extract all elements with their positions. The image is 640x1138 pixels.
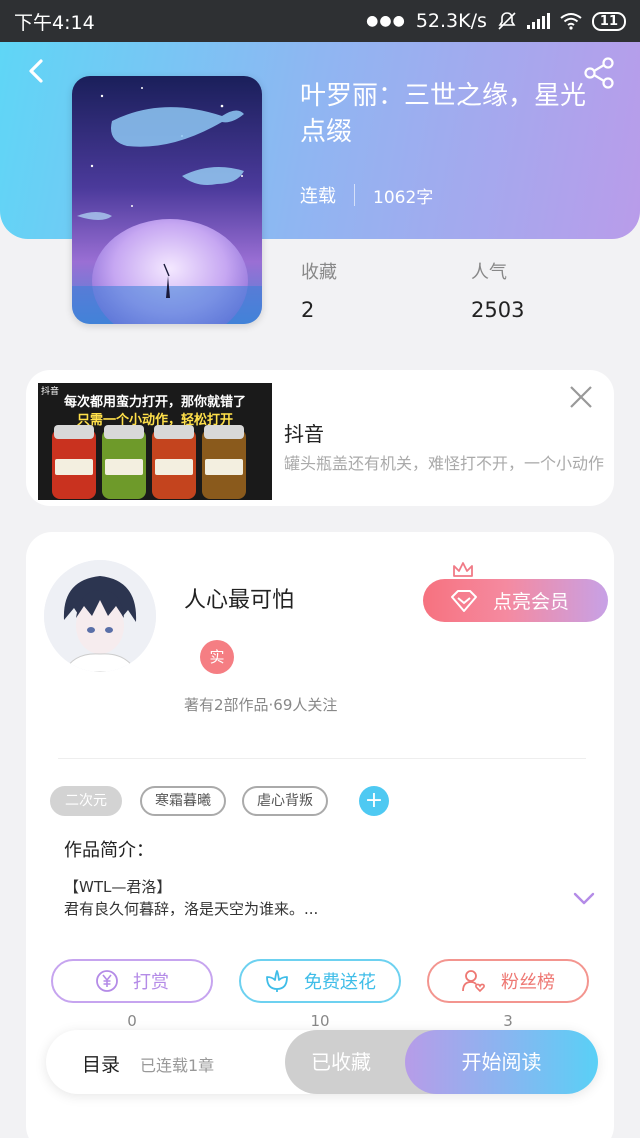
author-avatar[interactable] <box>44 560 156 672</box>
back-arrow-icon[interactable] <box>22 56 52 86</box>
network-speed: 52.3K/s <box>415 10 487 32</box>
diamond-icon <box>451 589 477 612</box>
mute-bell-icon <box>498 12 516 30</box>
status-bar: 下午4:14 ●●● 52.3K/s 11 <box>0 0 640 42</box>
ad-image: 抖音 每次都用蛮力打开，那你就错了 只需一个小动作，轻松打开 <box>38 383 272 500</box>
plus-icon: + <box>364 788 384 813</box>
chapter-count: 已连载1章 <box>140 1056 215 1075</box>
jar-image <box>152 425 196 499</box>
share-icon[interactable] <box>582 56 616 90</box>
ad-card[interactable]: 抖音 每次都用蛮力打开，那你就错了 只需一个小动作，轻松打开 抖音 罐头瓶盖还有… <box>26 370 614 506</box>
stat-value: 2 <box>301 298 315 322</box>
fans-count: 3 <box>503 1012 513 1030</box>
jar-image <box>52 425 96 499</box>
divider <box>354 184 355 206</box>
yen-coin-icon <box>96 970 118 992</box>
divider <box>58 758 586 759</box>
book-cover-image <box>72 76 262 324</box>
send-flower-button[interactable]: 免费送花 <box>239 959 401 1003</box>
status-time: 下午4:14 <box>14 11 95 34</box>
book-status-line: 连载 1062字 <box>300 182 433 208</box>
reward-label: 打赏 <box>133 972 169 993</box>
author-name[interactable]: 人心最可怕 <box>184 582 294 614</box>
bottom-action-bar: 目录 已连载1章 已收藏 开始阅读 <box>46 1030 598 1094</box>
reward-button[interactable]: 打赏 <box>51 959 213 1003</box>
chevron-down-icon[interactable] <box>573 892 595 906</box>
word-count: 1062字 <box>373 187 434 208</box>
intro-label: 作品简介： <box>64 840 154 861</box>
jar-image <box>102 425 146 499</box>
close-icon[interactable] <box>568 384 594 410</box>
crown-icon <box>453 562 473 577</box>
vip-button-label: 点亮会员 <box>493 591 570 613</box>
tag[interactable]: 虐心背叛 <box>242 786 328 816</box>
send-flower-label: 免费送花 <box>304 972 376 993</box>
more-dots-icon: ●●● <box>366 13 406 29</box>
stat-label: 收藏 <box>301 262 337 283</box>
tag[interactable]: 二次元 <box>50 786 122 816</box>
book-status: 连载 <box>300 186 336 207</box>
signal-icon <box>526 13 550 29</box>
stat-popularity: 人气 2503 <box>471 258 524 322</box>
author-meta: 著有2部作品·69人关注 <box>184 696 338 714</box>
toc-button[interactable]: 目录 <box>82 1050 120 1077</box>
book-title: 叶罗丽：三世之缘，星光点缀 <box>300 81 587 147</box>
ad-name: 抖音 <box>284 422 324 446</box>
jar-image <box>202 425 246 499</box>
ad-description: 罐头瓶盖还有机关，难怪打不开，一个小动作 <box>284 454 605 473</box>
stat-label: 人气 <box>471 262 507 283</box>
verified-badge: 实 <box>200 640 234 674</box>
intro-text: 【WTL—君洛】 <box>64 878 172 896</box>
book-cover[interactable] <box>72 76 262 324</box>
stat-value: 2503 <box>471 298 525 322</box>
wifi-icon <box>560 13 582 30</box>
avatar-image <box>44 560 156 672</box>
reward-count: 0 <box>127 1012 137 1030</box>
battery-icon: 11 <box>591 11 626 31</box>
ad-image-text: 每次都用蛮力打开，那你就错了 <box>63 395 246 410</box>
add-tag-button[interactable]: + <box>359 786 389 816</box>
vip-button[interactable]: 点亮会员 <box>423 579 608 622</box>
status-icons: ●●● 52.3K/s 11 <box>366 10 626 32</box>
flower-count: 10 <box>310 1012 330 1030</box>
user-heart-icon <box>462 970 485 993</box>
stat-favorites: 收藏 2 <box>301 258 337 322</box>
tag[interactable]: 寒霜暮曦 <box>140 786 226 816</box>
flower-icon <box>266 970 288 992</box>
fans-ranking-button[interactable]: 粉丝榜 <box>427 959 589 1003</box>
intro-text: 君有良久何暮辞，洛是天空为谁来。... <box>64 900 319 918</box>
fans-ranking-label: 粉丝榜 <box>501 972 555 993</box>
start-reading-button[interactable]: 开始阅读 <box>405 1030 598 1094</box>
